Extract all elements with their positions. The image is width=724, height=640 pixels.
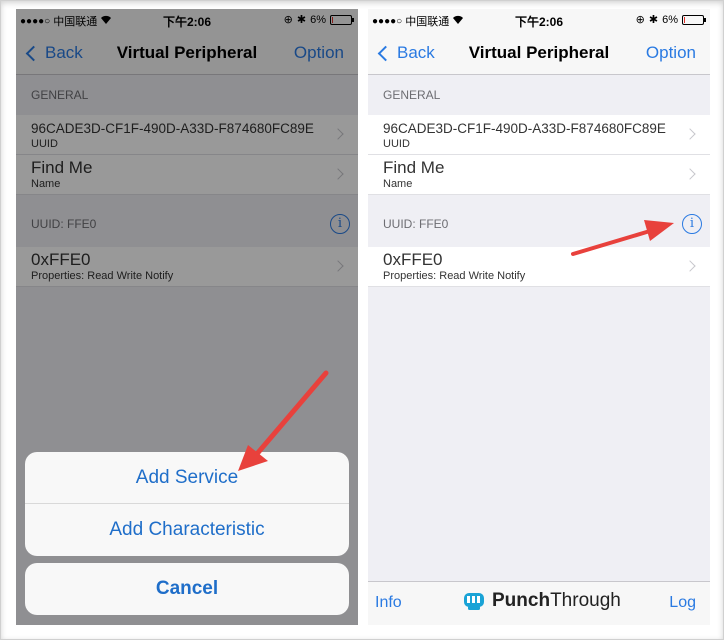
add-service-button[interactable]: Add Service bbox=[25, 452, 349, 504]
disclosure-chevron-icon bbox=[684, 128, 696, 140]
disclosure-chevron-icon bbox=[684, 168, 696, 180]
lock-rotation-icon: ⊕ bbox=[635, 14, 645, 26]
uuid-cell[interactable]: 96CADE3D-CF1F-490D-A33D-F874680FC89E UUI… bbox=[368, 115, 710, 155]
back-button[interactable]: Back bbox=[376, 43, 435, 63]
brand-name-rest: Through bbox=[550, 590, 621, 611]
service-uuid-label: UUID: FFE0 bbox=[383, 217, 449, 231]
cancel-button[interactable]: Cancel bbox=[25, 563, 349, 615]
characteristic-value: 0xFFE0 bbox=[383, 250, 443, 269]
name-cell[interactable]: Find Me Name bbox=[368, 155, 710, 195]
info-button[interactable]: Info bbox=[375, 594, 402, 612]
section-header-service: UUID: FFE0 i bbox=[368, 203, 710, 245]
bluetooth-icon: ✱ bbox=[648, 14, 659, 26]
name-label: Name bbox=[383, 178, 413, 190]
name-value: Find Me bbox=[383, 158, 445, 177]
phone-screen-left: ●●●●○ 中国联通 下午2:06 ⊕ ✱ 6% Back Virtual Pe… bbox=[16, 9, 358, 625]
uuid-value: 96CADE3D-CF1F-490D-A33D-F874680FC89E bbox=[383, 121, 666, 136]
add-characteristic-button[interactable]: Add Characteristic bbox=[25, 504, 349, 556]
characteristic-properties: Properties: Read Write Notify bbox=[383, 270, 526, 282]
action-sheet-cancel-group: Cancel bbox=[25, 563, 349, 615]
navigation-bar: Back Virtual Peripheral Option bbox=[368, 31, 710, 75]
characteristic-cell[interactable]: 0xFFE0 Properties: Read Write Notify bbox=[368, 247, 710, 287]
uuid-label: UUID bbox=[383, 138, 410, 150]
battery-icon bbox=[682, 14, 706, 25]
phone-screen-right: ●●●●○ 中国联通 下午2:06 ⊕ ✱ 6% Back Virtual Pe… bbox=[368, 9, 710, 625]
battery-percent: 6% bbox=[662, 13, 678, 26]
back-chevron-icon bbox=[377, 45, 394, 61]
section-header-general: GENERAL bbox=[383, 88, 441, 102]
punchthrough-logo: Punch Through bbox=[462, 590, 621, 612]
back-label: Back bbox=[397, 43, 435, 62]
disclosure-chevron-icon bbox=[684, 260, 696, 272]
punchthrough-logo-icon bbox=[464, 593, 484, 610]
screenshot-frame: ●●●●○ 中国联通 下午2:06 ⊕ ✱ 6% Back Virtual Pe… bbox=[0, 0, 724, 640]
action-sheet: Add Service Add Characteristic bbox=[25, 452, 349, 556]
brand-name-bold: Punch bbox=[492, 590, 551, 611]
info-icon[interactable]: i bbox=[682, 214, 702, 234]
option-button[interactable]: Option bbox=[646, 43, 696, 63]
status-bar: ●●●●○ 中国联通 下午2:06 ⊕ ✱ 6% bbox=[368, 9, 710, 31]
bottom-toolbar: Info Punch Through Log bbox=[368, 581, 710, 625]
log-button[interactable]: Log bbox=[669, 594, 696, 612]
